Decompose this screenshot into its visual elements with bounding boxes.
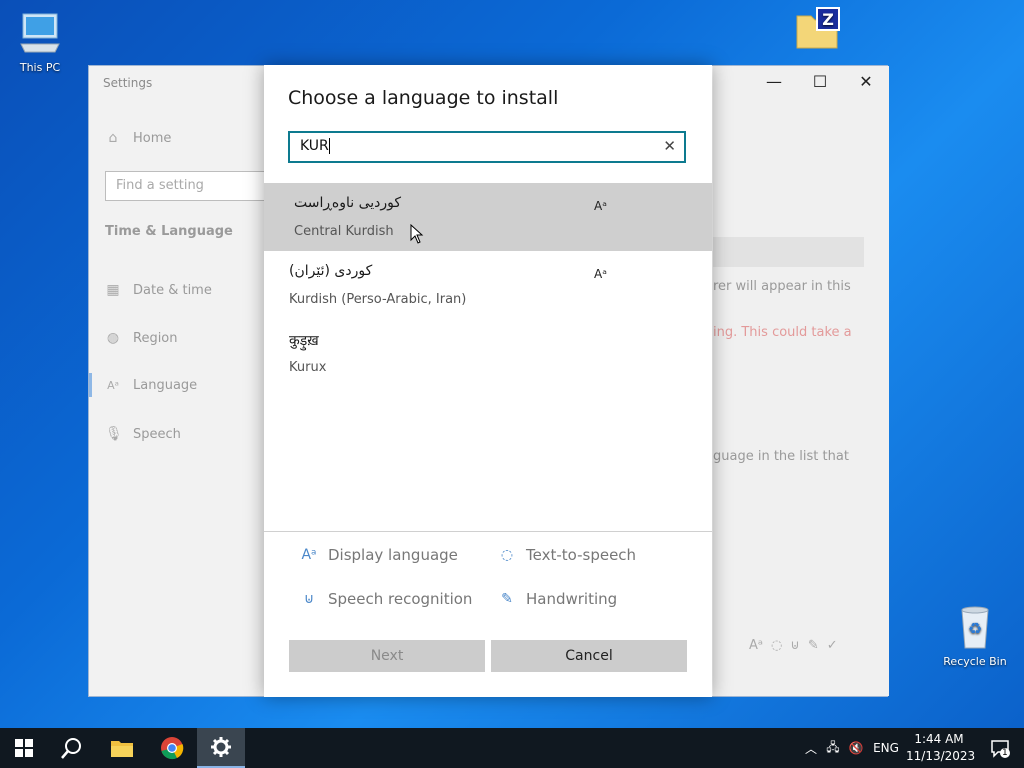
choose-language-dialog: Choose a language to install KUR ✕ کوردی… (264, 65, 712, 697)
desktop-icon-archive[interactable]: Z (778, 6, 858, 55)
microphone-icon: ⊍ (790, 638, 800, 653)
feature-label: Text-to-speech (526, 546, 637, 564)
language-option[interactable]: کوردیی ناوەڕاست Central Kurdish Aᵃ (264, 183, 712, 251)
display-language-icon: Aᵃ (749, 638, 763, 653)
feature-speech-recognition: ⊍ Speech recognition (300, 590, 473, 608)
text-to-speech-icon: ◌ (500, 547, 514, 563)
desktop-icon-label: Recycle Bin (943, 655, 1007, 668)
nav-home-label: Home (133, 130, 172, 146)
nav-region[interactable]: ◍ Region (105, 330, 178, 346)
handwriting-icon: ✎ (807, 638, 819, 653)
system-tray: ︿ 🖧 🔇 ENG (800, 728, 904, 768)
section-title: Time & Language (105, 224, 233, 239)
selected-indicator (89, 373, 92, 397)
nav-date-time[interactable]: ▦ Date & time (105, 282, 212, 298)
feature-label: Speech recognition (328, 590, 473, 608)
feature-label: Handwriting (526, 590, 618, 608)
search-button[interactable] (48, 728, 96, 768)
settings-sidebar: Settings ⌂ Home Find a setting Time & La… (89, 66, 275, 696)
language-search-input[interactable]: KUR ✕ (288, 131, 686, 163)
desktop-icon-recycle-bin[interactable]: ♻ Recycle Bin (935, 602, 1015, 668)
taskbar-file-explorer[interactable] (98, 728, 146, 768)
notification-count: 1 (1002, 748, 1008, 758)
handwriting-icon: ✎ (501, 591, 513, 607)
minimize-button[interactable]: — (751, 72, 797, 91)
recycle-bin-icon: ♻ (961, 606, 989, 649)
language-native-name: کوردیی ناوەڕاست (294, 195, 402, 211)
language-feature-icons: Aᵃ ◌ ⊍ ✎ ✓ (749, 638, 838, 653)
feature-label: Display language (328, 546, 458, 564)
search-icon (61, 738, 81, 759)
feature-display-language: Aᵃ Display language (300, 546, 458, 564)
archive-folder-icon: Z (796, 7, 840, 49)
microphone-icon: ⊍ (303, 591, 315, 607)
svg-text:♻: ♻ (968, 619, 982, 638)
chrome-icon (161, 737, 184, 760)
notifications-button[interactable]: 1 (976, 728, 1024, 768)
language-native-name: كوردی (ئێران) (289, 263, 373, 279)
feature-text-to-speech: ◌ Text-to-speech (498, 546, 636, 564)
pane-text-1: rer will appear in this (713, 279, 851, 294)
home-icon: ⌂ (108, 130, 118, 146)
settings-search-input[interactable]: Find a setting (105, 171, 275, 201)
language-english-name: Kurux (289, 360, 327, 375)
text-to-speech-icon: ◌ (770, 638, 783, 653)
language-option[interactable]: كوردی (ئێران) Kurdish (Perso-Arabic, Ira… (264, 251, 712, 319)
language-english-name: Kurdish (Perso-Arabic, Iran) (289, 292, 467, 307)
text-caret (328, 138, 330, 154)
nav-home[interactable]: ⌂ Home (105, 130, 172, 146)
chevron-up-icon[interactable]: ︿ (800, 740, 822, 757)
next-button[interactable]: Next (289, 640, 485, 672)
settings-content-pane: — ☐ ✕ rer will appear in this ing. This … (713, 66, 889, 696)
spellcheck-icon: ✓ (826, 638, 838, 653)
taskbar-chrome[interactable] (148, 728, 196, 768)
content-band (713, 237, 864, 267)
calendar-clock-icon: ▦ (106, 282, 120, 298)
clock-date: 11/13/2023 (906, 749, 976, 763)
volume-muted-icon[interactable]: 🔇 (844, 741, 868, 755)
gear-icon (211, 737, 231, 757)
nav-speech[interactable]: 🎙 Speech (105, 426, 181, 442)
network-icon[interactable]: 🖧 (822, 738, 844, 759)
taskbar-clock[interactable]: 1:44 AM 11/13/2023 (906, 731, 976, 765)
desktop-icon-label: This PC (19, 61, 61, 74)
close-button[interactable]: ✕ (843, 72, 889, 91)
dialog-title: Choose a language to install (288, 87, 559, 109)
search-value: KUR (300, 138, 329, 154)
nav-label: Date & time (133, 282, 212, 298)
language-english-name: Central Kurdish (294, 224, 394, 239)
taskbar-settings[interactable] (197, 728, 245, 768)
desktop-icon-this-pc[interactable]: This PC (0, 10, 80, 74)
globe-icon: ◍ (106, 330, 120, 346)
nav-label: Region (133, 330, 178, 346)
folder-icon (111, 741, 133, 757)
dialog-footer: Aᵃ Display language ◌ Text-to-speech ⊍ S… (264, 531, 712, 697)
windows-logo-icon (15, 739, 33, 757)
language-native-name: कुड़ुख़ (289, 333, 319, 349)
nav-label: Speech (133, 426, 181, 442)
settings-search-placeholder: Find a setting (116, 178, 204, 193)
mouse-cursor (410, 224, 424, 244)
pane-text-3: guage in the list that (713, 449, 849, 464)
nav-language[interactable]: Aᵃ Language (105, 378, 197, 393)
language-icon: Aᵃ (107, 379, 119, 392)
nav-label: Language (133, 378, 198, 393)
cancel-button[interactable]: Cancel (491, 640, 687, 672)
clock-time: 1:44 AM (914, 732, 964, 746)
computer-icon (20, 13, 60, 53)
clear-icon[interactable]: ✕ (663, 137, 676, 155)
language-option[interactable]: कुड़ुख़ Kurux (264, 319, 712, 387)
feature-handwriting: ✎ Handwriting (498, 590, 617, 608)
input-language[interactable]: ENG (868, 741, 904, 755)
svg-text:Z: Z (822, 10, 834, 29)
app-title: Settings (103, 76, 153, 90)
display-language-icon: Aᵃ (594, 267, 607, 281)
maximize-button[interactable]: ☐ (797, 72, 843, 91)
microphone-icon: 🎙 (105, 426, 123, 442)
display-language-icon: Aᵃ (301, 547, 317, 563)
start-button[interactable] (0, 728, 48, 768)
display-language-icon: Aᵃ (594, 199, 607, 213)
taskbar: ︿ 🖧 🔇 ENG 1:44 AM 11/13/2023 1 (0, 728, 1024, 768)
pane-text-2: ing. This could take a (713, 325, 852, 340)
